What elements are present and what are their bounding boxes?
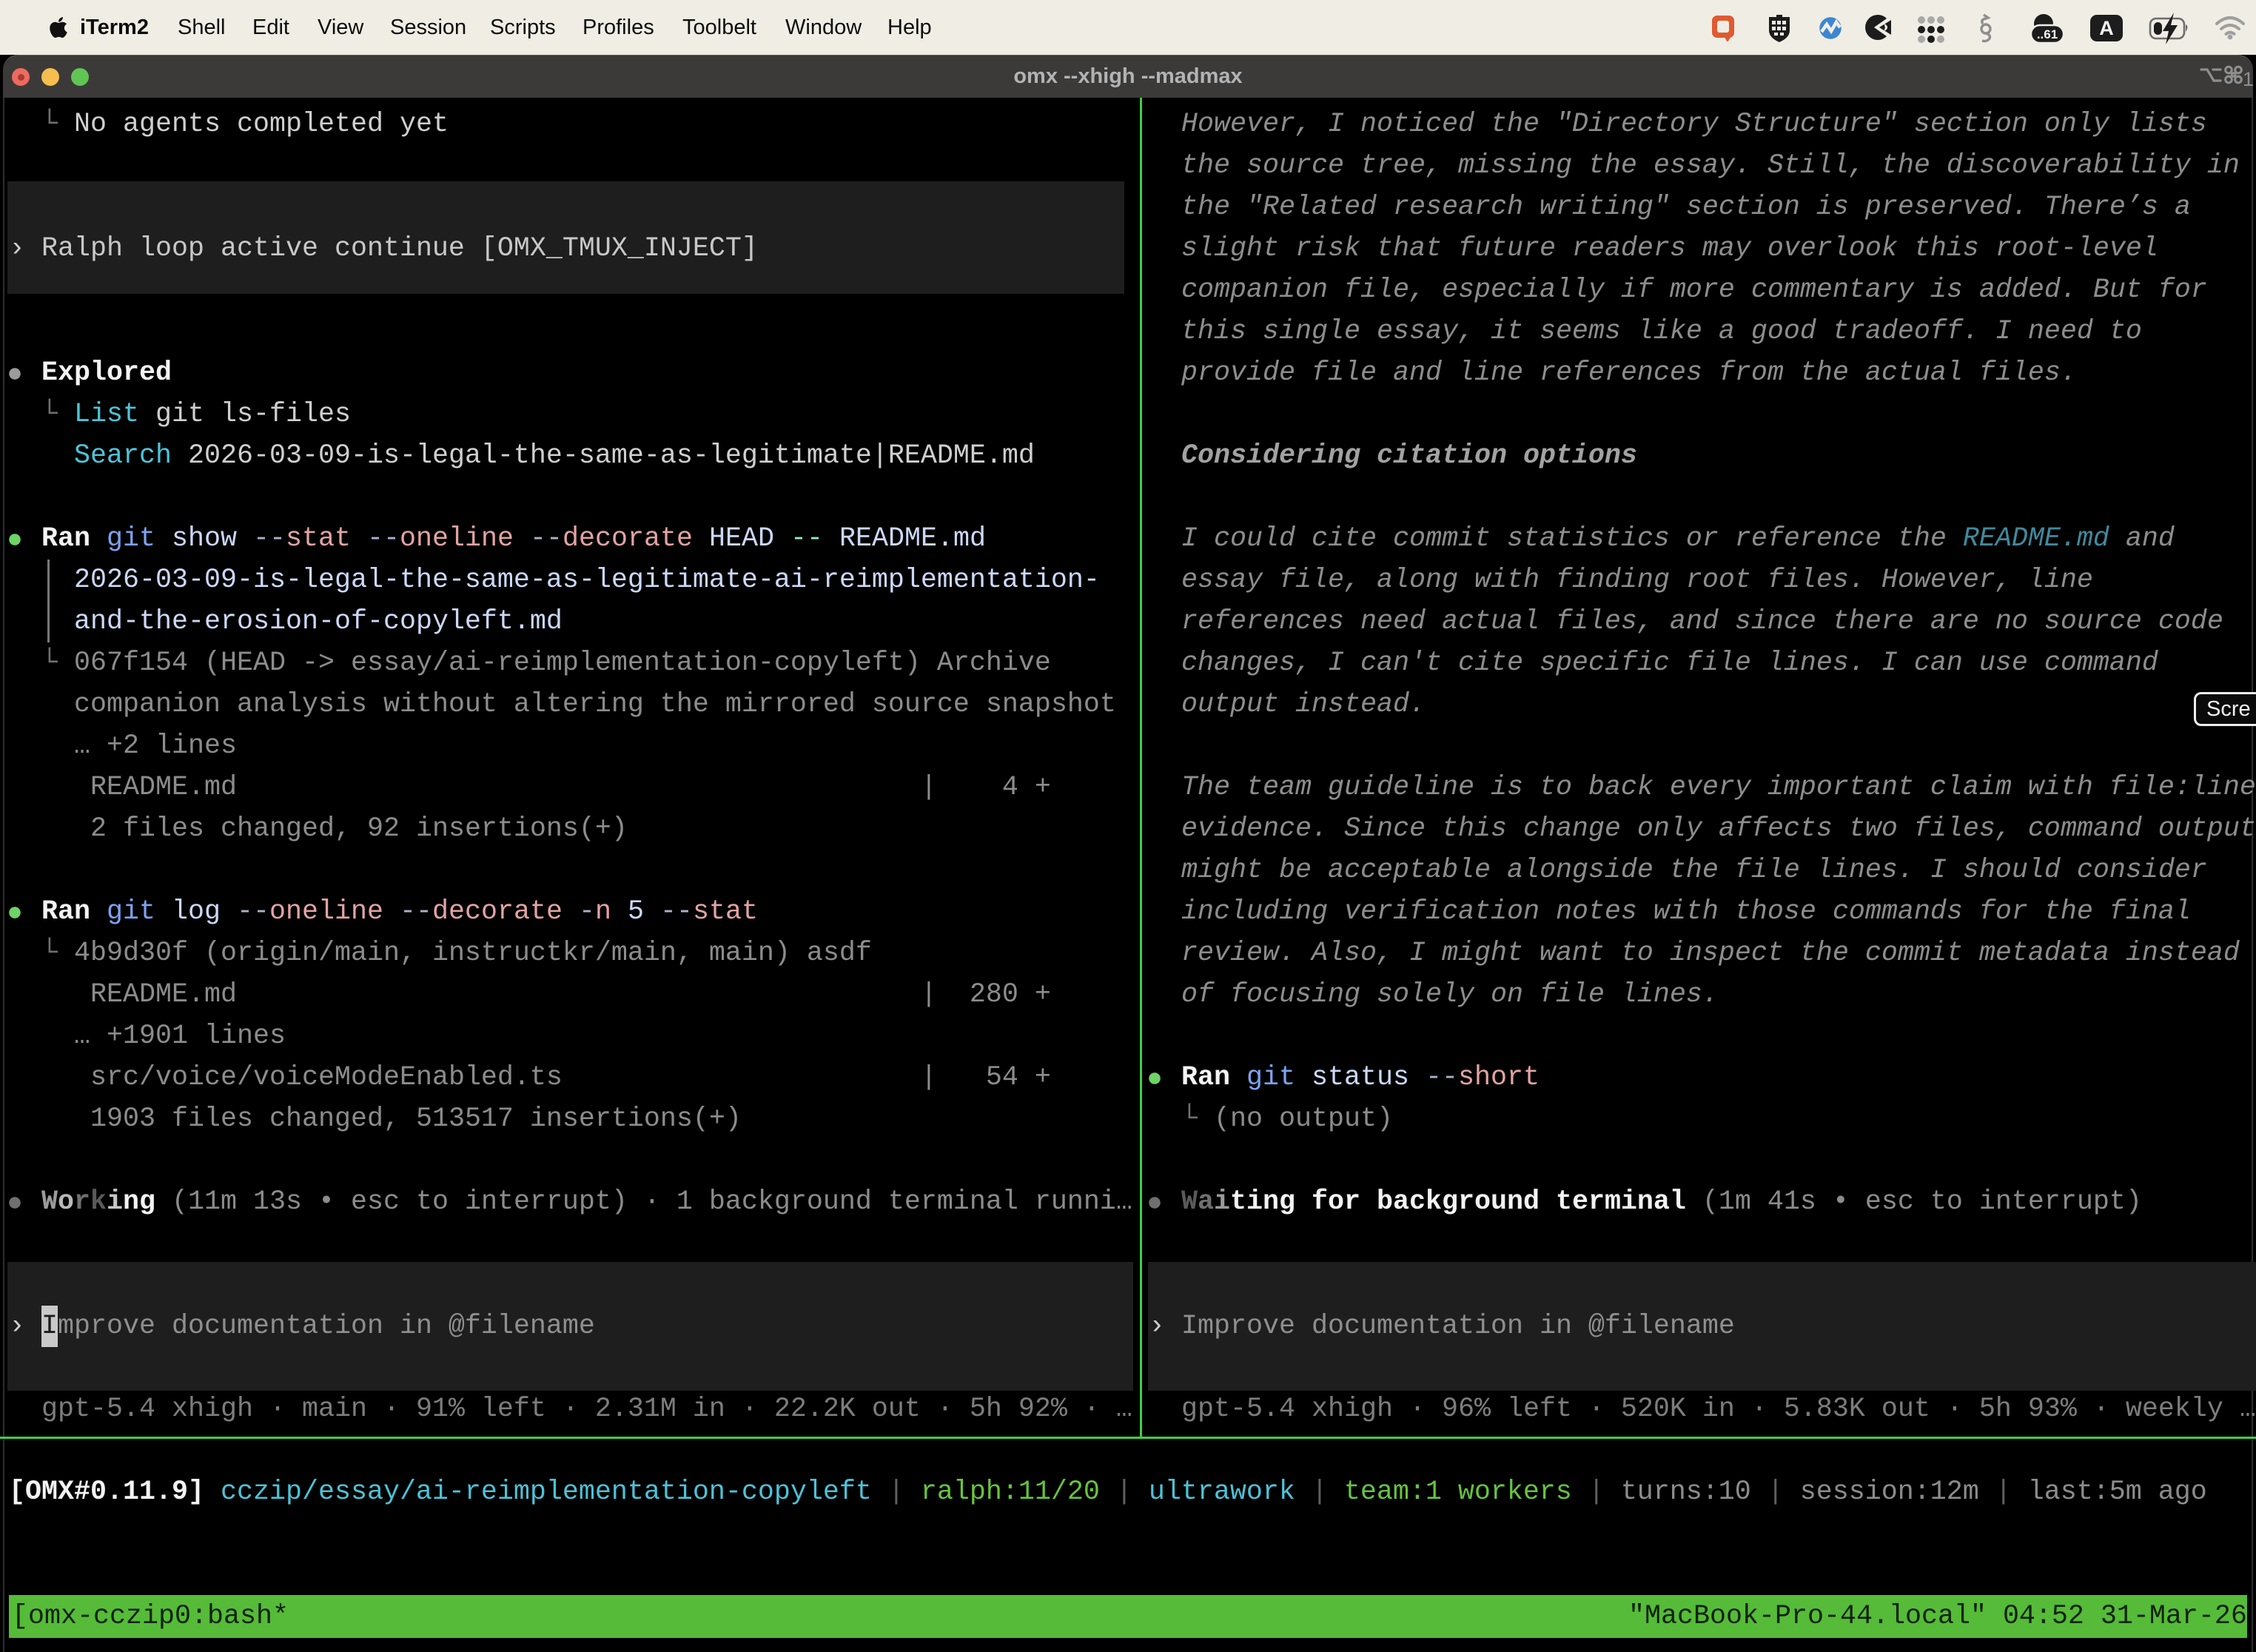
svg-text:..61: ..61 xyxy=(2037,27,2058,41)
svg-text:1: 1 xyxy=(2243,68,2254,90)
